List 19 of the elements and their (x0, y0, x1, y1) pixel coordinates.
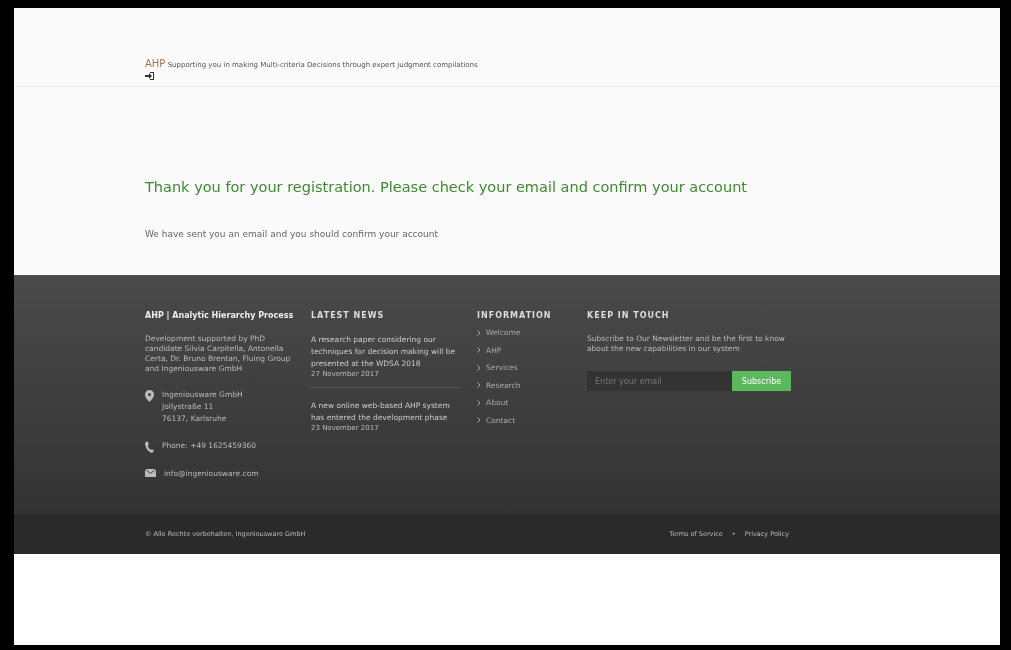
phone-icon (145, 441, 154, 453)
chevron-icon (477, 364, 481, 371)
subscribe-button[interactable]: Subscribe (732, 371, 791, 391)
location-pin-icon (145, 390, 154, 402)
footer-title: AHP | Analytic Hierarchy Process (145, 311, 295, 320)
mail-icon (145, 469, 156, 477)
chevron-icon (477, 417, 481, 424)
email-field[interactable]: Enter your email (587, 371, 732, 391)
chevron-icon (477, 347, 481, 354)
footer-title: KEEP IN TOUCH (587, 311, 671, 320)
logo[interactable]: AHP (145, 58, 166, 69)
login-icon[interactable] (145, 72, 154, 80)
confirmation-heading: Thank you for your registration. Please check your email and confirm your account (145, 179, 749, 195)
chevron-icon (477, 382, 481, 389)
footer-title: LATEST NEWS (311, 311, 386, 320)
footer-title: INFORMATION (477, 311, 553, 320)
chevron-icon (477, 329, 481, 336)
chevron-icon (477, 399, 481, 406)
confirmation-message: We have sent you an email and you should confirm your account (145, 229, 439, 239)
